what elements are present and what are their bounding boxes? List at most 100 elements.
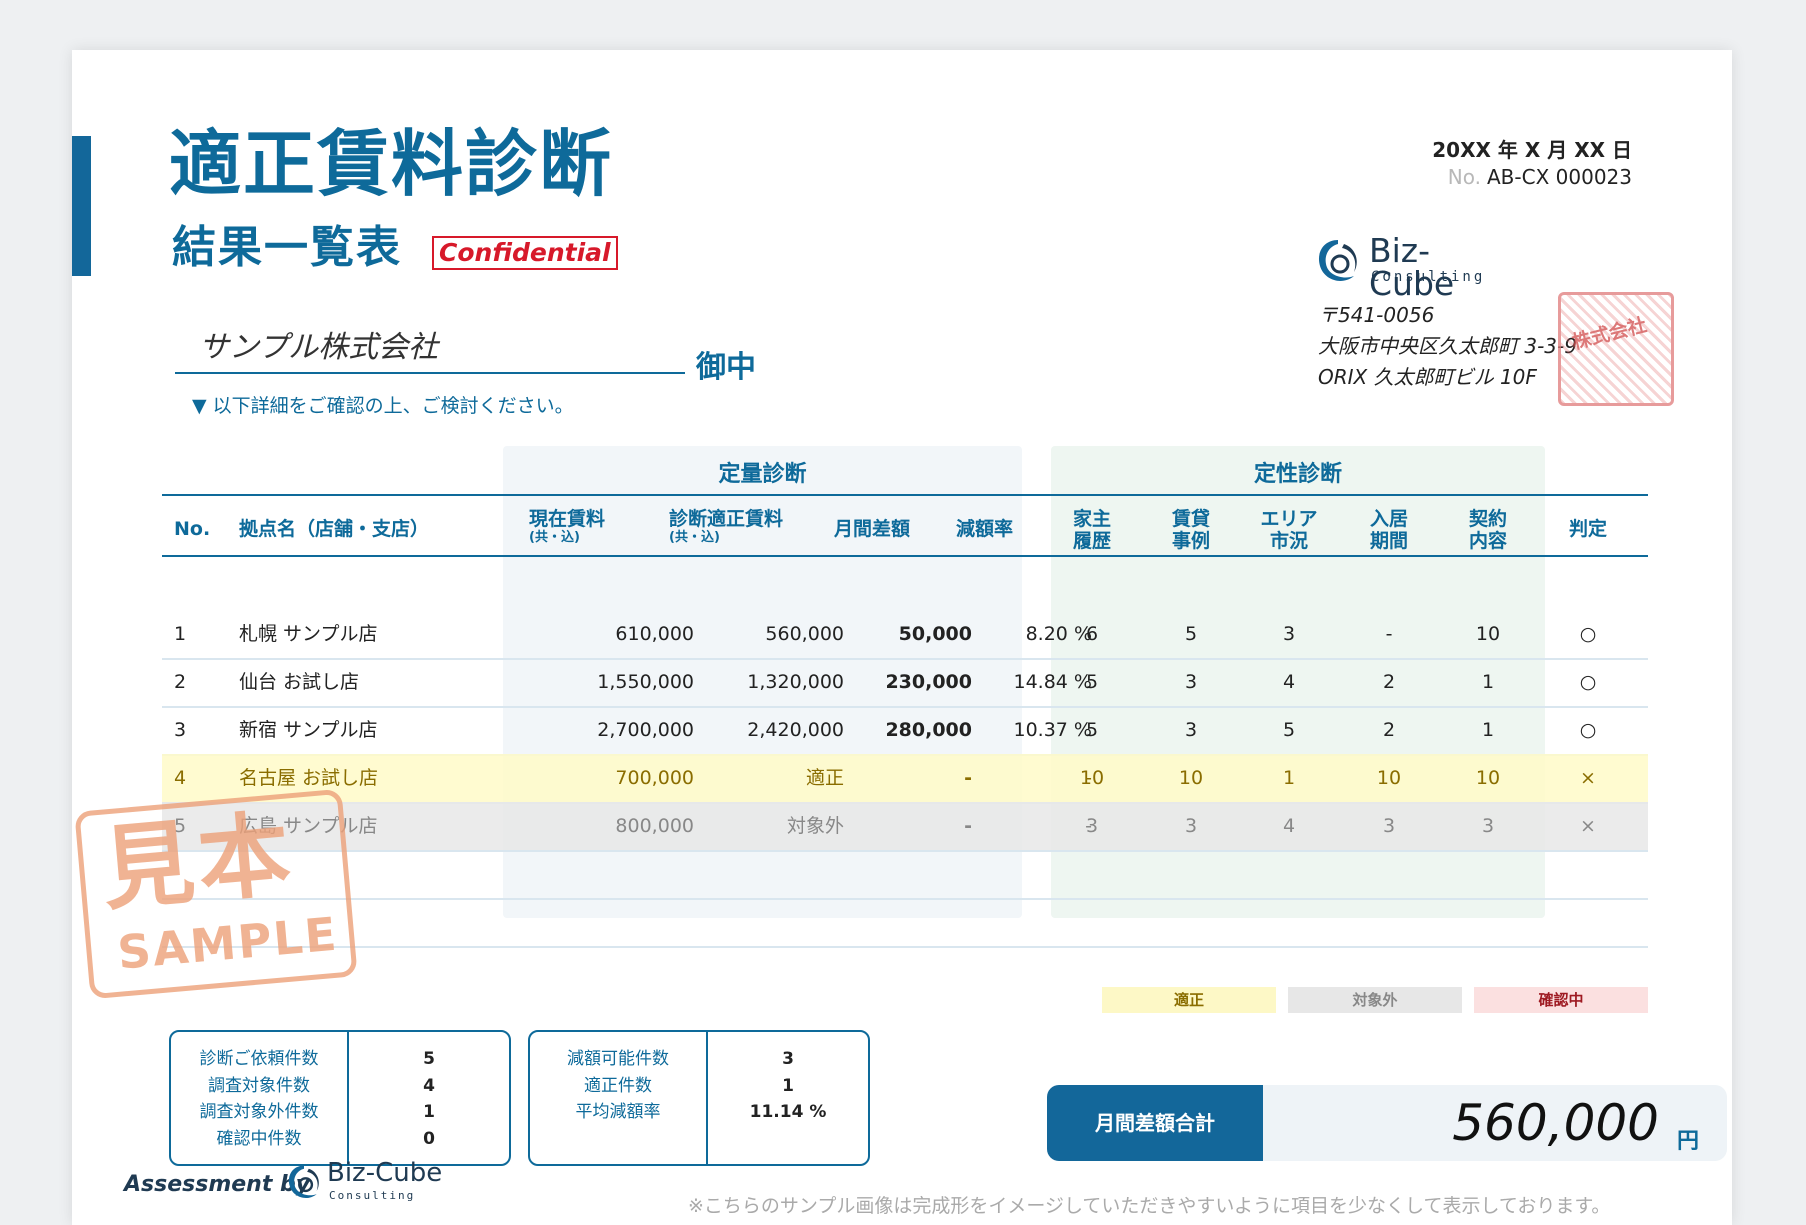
bizcube-logo-name: Biz-Cube: [1369, 231, 1455, 303]
legend-excluded: 対象外: [1288, 987, 1462, 1013]
cell-judge: ×: [1580, 767, 1596, 789]
col-header-landlord-history: 家主 履歴: [1072, 508, 1111, 552]
reduction-stats-values: 3 1 11.14 %: [749, 1049, 827, 1122]
cell-current: 700,000: [615, 767, 694, 789]
col-header-monthly-diff: 月間差額: [834, 518, 911, 540]
title-accent-bar: [72, 136, 91, 276]
cell-judge: ○: [1579, 671, 1597, 693]
cell-contract: 10: [1475, 623, 1501, 645]
cell-appropriate: 適正: [805, 767, 844, 789]
monthly-diff-total: 月間差額合計 560,000 円: [1047, 1085, 1727, 1161]
monthly-diff-total-unit: 円: [1676, 1129, 1699, 1154]
cell-judge: ×: [1580, 815, 1596, 837]
cell-judge: ○: [1579, 623, 1597, 645]
cell-current: 2,700,000: [597, 719, 694, 741]
col-header-contract-terms: 契約 内容: [1468, 508, 1507, 552]
assessment-by: Assessment by: [124, 1172, 311, 1197]
col-header-lease-cases: 賃貸 事例: [1171, 508, 1210, 552]
company-seal: 株式会社: [1558, 292, 1674, 406]
cell-current: 610,000: [615, 623, 694, 645]
row-separator: [162, 850, 1648, 852]
report-subtitle: 結果一覧表: [172, 222, 402, 273]
footer-bizcube-logo-icon: [288, 1165, 319, 1199]
cell-contract: 3: [1481, 815, 1495, 837]
cell-landlord: 5: [1085, 671, 1099, 693]
cell-appropriate: 560,000: [765, 623, 844, 645]
document-number-label: No.: [1447, 165, 1481, 189]
cell-diff: -: [964, 767, 972, 789]
bizcube-logo-icon: [1318, 240, 1357, 281]
legend-checking: 確認中: [1474, 987, 1648, 1013]
client-name: サンプル株式会社: [175, 322, 685, 374]
client-honorific: 御中: [696, 350, 756, 385]
cell-no: 4: [174, 767, 187, 789]
cell-area: 3: [1282, 623, 1296, 645]
cell-tenancy: -: [1385, 623, 1393, 645]
issuer-address-line2: ORIX 久太郎町ビル 10F: [1318, 365, 1537, 389]
cell-area: 5: [1282, 719, 1296, 741]
report-date: 20XX 年 X 月 XX 日: [1432, 138, 1632, 162]
cell-tenancy: 2: [1382, 671, 1396, 693]
cell-site: 札幌 サンプル店: [239, 623, 378, 645]
confidential-badge: Confidential: [432, 236, 618, 270]
sample-stamp-kanji: 見本: [97, 800, 299, 924]
report-page: 適正賃料診断 結果一覧表 Confidential 20XX 年 X 月 XX …: [72, 50, 1732, 1225]
reduction-stats-labels: 減額可能件数 適正件数 平均減額率: [567, 1049, 669, 1122]
cell-contract: 1: [1481, 719, 1495, 741]
cell-landlord: 6: [1085, 623, 1099, 645]
cell-current: 1,550,000: [597, 671, 694, 693]
cell-landlord: 5: [1085, 719, 1099, 741]
row-separator: [162, 898, 1648, 900]
col-header-appropriate-rent: 診断適正賃料 (共・込): [669, 508, 784, 545]
cell-current: 800,000: [615, 815, 694, 837]
cell-contract: 10: [1475, 767, 1501, 789]
col-header-tenancy-period: 入居 期間: [1369, 508, 1408, 552]
table-row: 3 新宿 サンプル店 2,700,000 2,420,000 280,000 10.37 …: [162, 706, 1648, 754]
request-stats-box: 診断ご依頼件数 調査対象件数 調査対象外件数 確認中件数 5410: [169, 1030, 511, 1166]
cell-diff: 50,000: [898, 623, 972, 645]
col-header-reduction-rate: 減額率: [956, 518, 1014, 540]
monthly-diff-total-label: 月間差額合計: [1047, 1085, 1263, 1161]
cell-lease: 5: [1184, 623, 1198, 645]
footer-logo-name: Biz-Cube: [327, 1158, 443, 1188]
cell-landlord: 3: [1085, 815, 1099, 837]
issuer-address: 〒541-0056 大阪市中央区久太郎町 3-3-9 ORIX 久太郎町ビル 1…: [1318, 300, 1577, 393]
table-row: 2 仙台 お試し店 1,550,000 1,320,000 230,000 14.84 %…: [162, 658, 1648, 706]
reduction-stats-box: 減額可能件数 適正件数 平均減額率 3 1 11.14 %: [528, 1030, 870, 1166]
issuer-address-line1: 大阪市中央区久太郎町 3-3-9: [1318, 334, 1577, 358]
cell-area: 4: [1282, 815, 1296, 837]
cell-site: 仙台 お試し店: [239, 671, 360, 693]
table-header-top-rule: [162, 494, 1648, 496]
cell-landlord: 10: [1079, 767, 1105, 789]
cell-tenancy: 3: [1382, 815, 1396, 837]
issuer-postal: 〒541-0056: [1318, 303, 1435, 327]
cell-tenancy: 2: [1382, 719, 1396, 741]
row-separator: [162, 946, 1648, 948]
cell-no: 3: [174, 719, 187, 741]
col-header-no: No.: [174, 518, 211, 540]
bizcube-logo: Biz-Cube Consulting: [1314, 232, 1514, 300]
cell-area: 1: [1282, 767, 1296, 789]
cell-no: 2: [174, 671, 187, 693]
legend-appropriate: 適正: [1102, 987, 1276, 1013]
document-number: No. AB-CX 000023: [1448, 165, 1632, 189]
cell-lease: 3: [1184, 719, 1198, 741]
cell-lease: 10: [1178, 767, 1204, 789]
request-stats-labels: 診断ご依頼件数 調査対象件数 調査対象外件数 確認中件数: [199, 1049, 319, 1149]
cell-appropriate: 1,320,000: [747, 671, 844, 693]
cell-area: 4: [1282, 671, 1296, 693]
quantitative-group-header: 定量診断: [718, 462, 807, 487]
cell-appropriate: 2,420,000: [747, 719, 844, 741]
cell-site: 新宿 サンプル店: [239, 719, 378, 741]
sample-stamp-latin: SAMPLE: [115, 906, 341, 980]
qualitative-group-header: 定性診断: [1253, 462, 1342, 487]
table-row: 4 名古屋 お試し店 700,000 適正 - -10 10 1 10 10 ×: [162, 754, 1648, 802]
col-header-current-rent: 現在賃料 (共・込): [529, 508, 606, 545]
cell-diff: -: [964, 815, 972, 837]
cell-diff: 230,000: [885, 671, 972, 693]
cell-judge: ○: [1579, 719, 1597, 741]
document-number-value: AB-CX 000023: [1487, 165, 1632, 189]
table-row: 5 広島 サンプル店 800,000 対象外 - -3 3 4 3 3 ×: [162, 802, 1648, 850]
cell-no: 1: [174, 623, 187, 645]
bizcube-logo-tagline: Consulting: [1371, 269, 1486, 285]
